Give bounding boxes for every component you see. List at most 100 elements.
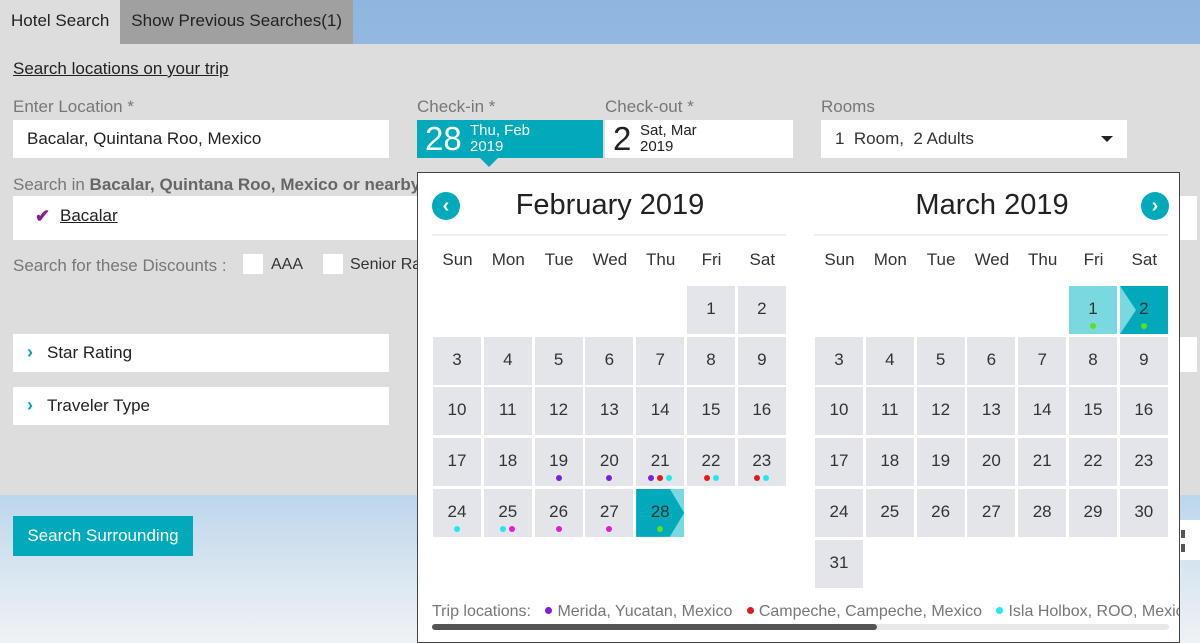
calendar-day[interactable]: 27 — [585, 488, 634, 537]
day-number: 13 — [981, 400, 1001, 420]
day-number: 10 — [829, 400, 849, 420]
calendar-day[interactable]: 14 — [636, 387, 685, 436]
calendar-day[interactable]: 24 — [815, 488, 863, 537]
calendar-day[interactable]: 7 — [1018, 336, 1067, 385]
trip-dots — [484, 525, 532, 532]
calendar-day[interactable]: 5 — [916, 336, 965, 385]
calendar-day[interactable]: 18 — [865, 438, 914, 487]
calendar-day[interactable]: 5 — [534, 336, 583, 385]
checkin-field[interactable]: 28 Thu, Feb 2019 — [417, 120, 603, 158]
calendar-day[interactable]: 18 — [483, 438, 532, 487]
calendar-day[interactable]: 22 — [1069, 438, 1117, 487]
calendar-day[interactable]: 2 — [737, 286, 786, 334]
calendar-day[interactable]: 1 — [1069, 286, 1117, 334]
calendar-day[interactable]: 19 — [916, 438, 965, 487]
calendar-day[interactable]: 8 — [1069, 336, 1117, 385]
calendar-day[interactable]: 17 — [815, 438, 863, 487]
calendar-day[interactable]: 13 — [967, 387, 1016, 436]
tab-hotel-search[interactable]: Hotel Search — [0, 0, 121, 44]
calendar-day[interactable]: 25 — [865, 488, 914, 537]
control-mark — [1181, 544, 1185, 552]
calendar-day[interactable]: 16 — [737, 387, 786, 436]
calendar-day[interactable]: 12 — [534, 387, 583, 436]
calendar-day[interactable]: 28 — [1018, 488, 1067, 537]
dot-icon — [606, 525, 613, 532]
day-number: 5 — [935, 349, 946, 369]
calendar-day[interactable]: 11 — [865, 387, 914, 436]
calendar-day[interactable]: 22 — [687, 438, 735, 487]
calendar-day[interactable]: 23 — [1119, 438, 1168, 487]
calendar-day[interactable]: 15 — [687, 387, 735, 436]
aaa-label: AAA — [271, 256, 304, 273]
calendar-day[interactable]: 27 — [967, 488, 1016, 537]
calendar-day[interactable]: 21 — [1018, 438, 1067, 487]
day-number: 22 — [701, 451, 721, 471]
calendar-day[interactable]: 26 — [916, 488, 965, 537]
calendar-day[interactable]: 4 — [865, 336, 914, 385]
calendar-day[interactable]: 26 — [534, 488, 583, 537]
checkout-field[interactable]: 2 Sat, Mar 2019 — [605, 120, 793, 158]
day-number: 4 — [885, 349, 895, 369]
calendar-day[interactable]: 17 — [433, 438, 481, 487]
calendar-day[interactable]: 2 — [1119, 286, 1168, 334]
calendar-day[interactable]: 20 — [585, 438, 634, 487]
calendar-day[interactable]: 8 — [687, 336, 735, 385]
dot-icon — [555, 525, 562, 532]
calendar-day[interactable]: 13 — [585, 387, 634, 436]
calendar-day[interactable]: 6 — [967, 336, 1016, 385]
dot-icon — [657, 525, 664, 532]
legend-text: Merida, Yucatan, Mexico — [557, 603, 733, 620]
senior-checkbox[interactable] — [323, 254, 343, 274]
calendar-day[interactable]: 7 — [636, 336, 685, 385]
nearby-item-bacalar[interactable]: Bacalar — [60, 206, 118, 226]
calendar-day[interactable]: 9 — [737, 336, 786, 385]
calendar-day[interactable]: 11 — [483, 387, 532, 436]
aaa-checkbox[interactable] — [243, 254, 263, 274]
calendar-day[interactable]: 3 — [815, 336, 863, 385]
horizontal-scrollbar[interactable] — [432, 624, 1169, 630]
star-rating-filter[interactable]: › Star Rating — [13, 334, 389, 372]
calendar-day[interactable]: 23 — [737, 438, 786, 487]
dot-icon — [746, 607, 754, 615]
day-number: 14 — [1032, 400, 1052, 420]
calendar-day[interactable]: 15 — [1069, 387, 1117, 436]
calendar-day[interactable]: 10 — [815, 387, 863, 436]
search-trip-locations-link[interactable]: Search locations on your trip — [13, 59, 228, 79]
dot-icon — [996, 607, 1004, 615]
search-surrounding-button[interactable]: Search Surrounding — [13, 516, 193, 556]
location-input[interactable] — [13, 120, 389, 158]
chevron-down-icon — [1101, 136, 1113, 142]
day-number: 6 — [604, 349, 615, 369]
calendar-day[interactable]: 3 — [433, 336, 481, 385]
calendar-day[interactable]: 25 — [483, 488, 532, 537]
calendar-day[interactable]: 4 — [483, 336, 532, 385]
calendar-day[interactable]: 20 — [967, 438, 1016, 487]
calendar-day[interactable]: 16 — [1119, 387, 1168, 436]
calendar-day[interactable]: 31 — [815, 539, 863, 588]
tab-previous-searches[interactable]: Show Previous Searches(1) — [120, 0, 353, 44]
calendar-day[interactable]: 21 — [636, 438, 685, 487]
calendar-day[interactable]: 12 — [916, 387, 965, 436]
calendar-day[interactable]: 9 — [1119, 336, 1168, 385]
traveler-type-filter[interactable]: › Traveler Type — [13, 387, 389, 425]
calendar-day[interactable]: 14 — [1018, 387, 1067, 436]
calendar-day[interactable]: 29 — [1069, 488, 1117, 537]
checkin-pointer — [480, 158, 498, 167]
calendar-day[interactable]: 24 — [433, 488, 481, 537]
day-number: 20 — [599, 451, 619, 471]
day-number: 26 — [549, 501, 569, 521]
rooms-select[interactable]: 1 Room, 2 Adults — [821, 120, 1127, 158]
checkmark-icon: ✔ — [35, 206, 51, 226]
day-number: 7 — [655, 349, 665, 369]
trip-dots — [535, 475, 583, 482]
calendar-day[interactable]: 6 — [585, 336, 634, 385]
checkin-weekday-month: Thu, Feb — [470, 122, 531, 139]
calendar-day[interactable]: 19 — [534, 438, 583, 487]
calendar-day[interactable]: 30 — [1119, 488, 1168, 537]
control-mark — [1181, 530, 1185, 538]
calendar-day[interactable]: 10 — [433, 387, 481, 436]
calendar-day[interactable]: 28 — [636, 488, 685, 537]
day-number: 31 — [829, 552, 849, 572]
calendar-day[interactable]: 1 — [687, 286, 735, 334]
scrollbar-thumb[interactable] — [432, 624, 877, 630]
